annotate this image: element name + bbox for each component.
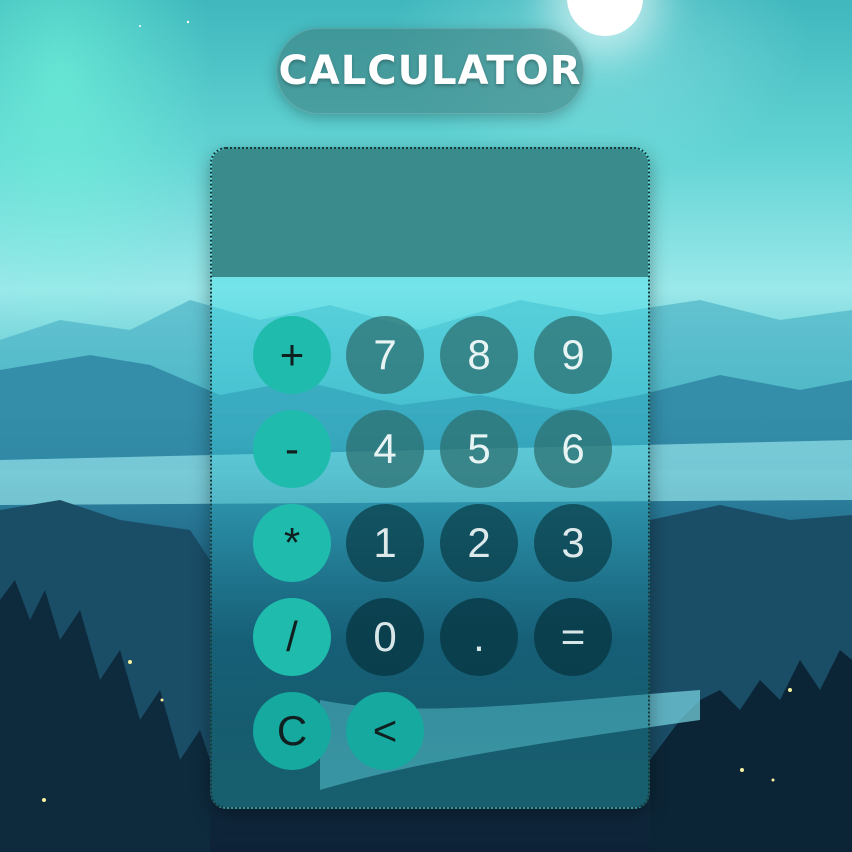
multiply-button[interactable]: *	[253, 504, 331, 582]
seven-button[interactable]: 7	[346, 316, 424, 394]
three-button[interactable]: 3	[534, 504, 612, 582]
backspace-button[interactable]: <	[346, 692, 424, 770]
two-button[interactable]: 2	[440, 504, 518, 582]
six-button[interactable]: 6	[534, 410, 612, 488]
eight-button[interactable]: 8	[440, 316, 518, 394]
app-title: Calculator	[276, 28, 584, 114]
forest-left	[0, 580, 210, 852]
dark-hills-left	[0, 500, 210, 852]
forest-right	[650, 650, 852, 852]
nine-button[interactable]: 9	[534, 316, 612, 394]
zero-button[interactable]: 0	[346, 598, 424, 676]
moon	[567, 0, 643, 36]
four-button[interactable]: 4	[346, 410, 424, 488]
equals-button[interactable]: =	[534, 598, 612, 676]
minus-button[interactable]: -	[253, 410, 331, 488]
plus-button[interactable]: +	[253, 316, 331, 394]
one-button[interactable]: 1	[346, 504, 424, 582]
calculator-display	[212, 149, 648, 277]
five-button[interactable]: 5	[440, 410, 518, 488]
clear-button[interactable]: C	[253, 692, 331, 770]
divide-button[interactable]: /	[253, 598, 331, 676]
dark-hills-right	[650, 505, 852, 852]
calculator-panel: + 7 8 9 - 4 5 6 * 1 2 3 / 0 . = C <	[210, 147, 650, 809]
decimal-button[interactable]: .	[440, 598, 518, 676]
